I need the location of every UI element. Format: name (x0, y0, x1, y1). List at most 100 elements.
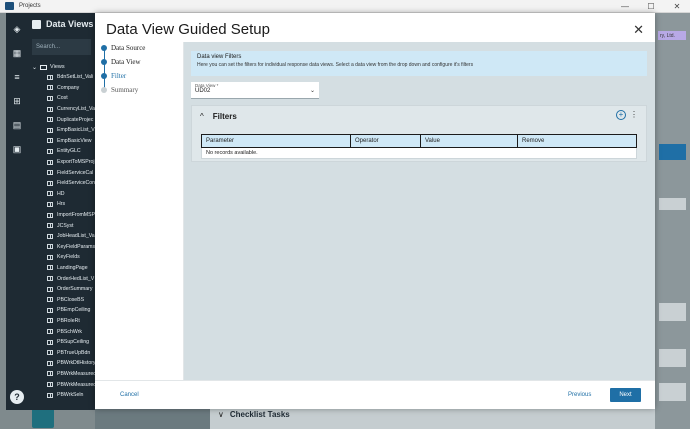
help-icon[interactable]: ? (10, 390, 24, 404)
data-view-item[interactable]: FieldServiceCal (28, 167, 95, 178)
data-view-label: FieldServiceCon (57, 180, 95, 187)
table-icon (47, 85, 53, 91)
table-icon (47, 233, 53, 239)
previous-button[interactable]: Previous (568, 392, 591, 398)
table-icon (47, 180, 53, 186)
filters-panel: ^ Filters + ⋮ Parameter Operator Value R… (191, 105, 647, 162)
data-views-panel: Data Views Search... ⌄ Views BdnSetList_… (28, 13, 95, 410)
table-icon (47, 350, 53, 356)
tree-root-views[interactable]: ⌄ Views (28, 62, 95, 72)
data-view-item[interactable]: OrderHedList_V (28, 273, 95, 284)
data-view-item[interactable]: Cost (28, 93, 95, 104)
data-view-label: PBRoleRt (57, 317, 80, 324)
data-view-item[interactable]: PBWrkMeasured (28, 379, 95, 390)
close-icon[interactable]: ✕ (633, 22, 644, 38)
data-view-label: PBWrkDtlHistory (57, 360, 95, 367)
table-icon (47, 382, 53, 388)
document-check-icon[interactable]: ▣ (10, 142, 24, 156)
guided-setup-dialog: Data View Guided Setup ✕ Data Source Dat… (95, 13, 655, 409)
data-view-item[interactable]: PBCloseBS (28, 294, 95, 305)
data-view-item[interactable]: KeyFields (28, 252, 95, 263)
data-view-item[interactable]: LandingPage (28, 263, 95, 274)
step-data-view[interactable]: Data View (101, 58, 141, 66)
next-button[interactable]: Next (610, 388, 641, 402)
column-header[interactable]: Parameter (201, 134, 351, 148)
step-label: Filter (111, 72, 127, 80)
data-view-item[interactable]: KeyFieldParams (28, 242, 95, 253)
data-view-item[interactable]: ExportToMSProj (28, 157, 95, 168)
table-icon (47, 318, 53, 324)
table-icon (47, 159, 53, 165)
table-icon (47, 244, 53, 250)
table-icon[interactable]: ▦ (10, 46, 24, 60)
close-window-icon[interactable]: ✕ (664, 0, 690, 12)
data-view-label: PBWrkMeasured (57, 381, 95, 388)
avatar[interactable] (32, 408, 54, 428)
data-view-item[interactable]: OrderSummary (28, 284, 95, 295)
table-icon (47, 127, 53, 133)
cancel-button[interactable]: Cancel (120, 392, 139, 398)
tree-root-label: Views (50, 64, 65, 70)
data-view-item[interactable]: EmpBasicView (28, 136, 95, 147)
background-panel: ry, Ltd. (655, 13, 690, 429)
data-views-icon (32, 19, 41, 29)
data-view-item[interactable]: PBRoleRt (28, 316, 95, 327)
data-view-item[interactable]: Company (28, 83, 95, 94)
data-view-label: Company (57, 84, 80, 91)
data-view-item[interactable]: BdnSetList_Vali (28, 72, 95, 83)
data-view-label: DuplicateProjec (57, 116, 94, 123)
data-view-item[interactable]: PBSupCeiling (28, 337, 95, 348)
minimize-icon[interactable]: — (612, 0, 638, 12)
layers-icon[interactable]: ◈ (10, 22, 24, 36)
data-view-item[interactable]: Hrs (28, 199, 95, 210)
data-view-label: PBWrkSeln (57, 392, 84, 399)
step-label: Summary (111, 86, 139, 94)
search-input[interactable]: Search... (32, 39, 91, 55)
chevron-down-icon[interactable]: ⌄ (310, 87, 315, 94)
maximize-icon[interactable]: ☐ (638, 0, 664, 12)
data-view-item[interactable]: DuplicateProjec (28, 114, 95, 125)
data-view-label: HD (57, 190, 65, 197)
chevron-down-icon[interactable]: ⌄ (32, 64, 37, 71)
list-check-icon[interactable]: ≡ (10, 70, 24, 84)
data-view-item[interactable]: HD (28, 189, 95, 200)
table-icon (47, 371, 53, 377)
column-header[interactable]: Remove (517, 134, 637, 148)
data-view-item[interactable]: PBWrkDtlHistory (28, 358, 95, 369)
data-view-item[interactable]: PBSchWrk (28, 326, 95, 337)
company-chip: ry, Ltd. (658, 31, 686, 40)
data-view-item[interactable]: PBWrkSeln (28, 390, 95, 401)
grid-icon[interactable]: ▤ (10, 118, 24, 132)
data-view-item[interactable]: JCSyst (28, 220, 95, 231)
column-header[interactable]: Operator (350, 134, 421, 148)
data-view-label: EntityGLC (57, 148, 81, 155)
add-filter-icon[interactable]: + (616, 110, 626, 120)
step-data-source[interactable]: Data Source (101, 44, 145, 52)
table-icon (47, 223, 53, 229)
data-view-label: JobHeadList_Va (57, 233, 95, 240)
data-view-item[interactable]: EmpBasicList_V (28, 125, 95, 136)
filters-header[interactable]: ^ Filters + ⋮ (192, 106, 646, 126)
data-view-item[interactable]: EntityGLC (28, 146, 95, 157)
data-view-item[interactable]: PBWrkMeasured (28, 369, 95, 380)
step-label: Data View (111, 58, 141, 66)
background-button (659, 144, 686, 160)
column-header[interactable]: Value (420, 134, 518, 148)
window-controls: — ☐ ✕ (612, 0, 690, 12)
chevron-down-icon[interactable]: ∨ (218, 410, 224, 419)
data-view-item[interactable]: CurrencyList_Va (28, 104, 95, 115)
data-view-item[interactable]: JobHeadList_Va (28, 231, 95, 242)
more-options-icon[interactable]: ⋮ (630, 110, 638, 119)
data-view-select[interactable]: Data View * UD02 ⌄ (191, 82, 319, 99)
data-view-item[interactable]: PBTrueUpBdn (28, 347, 95, 358)
data-view-item[interactable]: ImportFromMSP (28, 210, 95, 221)
data-view-label: PBSchWrk (57, 328, 82, 335)
table-icon (47, 148, 53, 154)
data-view-item[interactable]: FieldServiceCon (28, 178, 95, 189)
step-filter[interactable]: Filter (101, 72, 126, 80)
hierarchy-icon[interactable]: ⊞ (10, 94, 24, 108)
data-view-label: ExportToMSProj (57, 159, 95, 166)
data-view-item[interactable]: PBEmpCeiling (28, 305, 95, 316)
step-summary[interactable]: Summary (101, 86, 138, 94)
chevron-up-icon[interactable]: ^ (200, 112, 204, 121)
